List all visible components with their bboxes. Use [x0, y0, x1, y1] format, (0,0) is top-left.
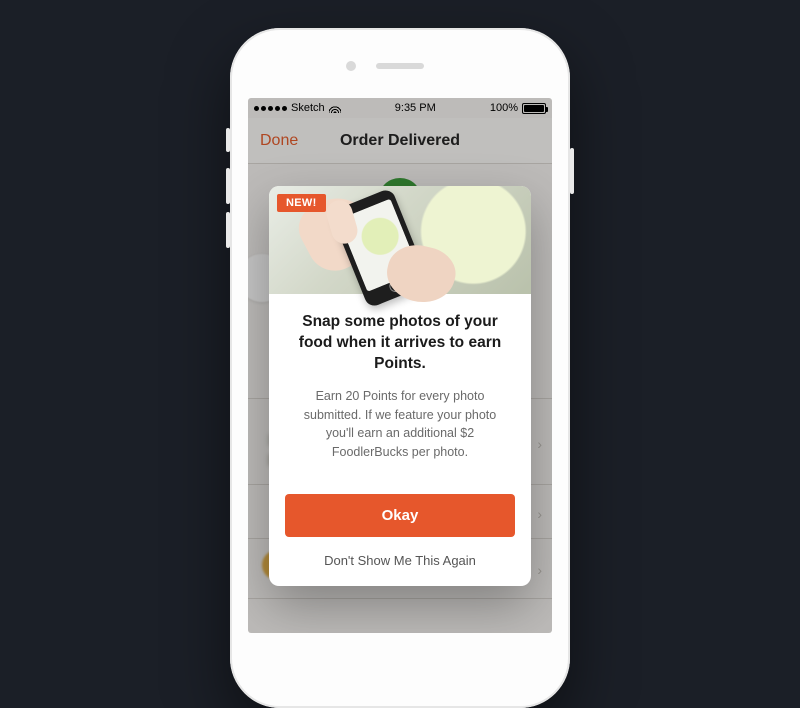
modal-hero-image: NEW! [269, 186, 531, 294]
phone-device: Sketch 9:35 PM 100% Done Order Delivered… [230, 28, 570, 708]
device-volume-down [226, 212, 230, 248]
device-power-button [570, 148, 574, 194]
new-badge: NEW! [277, 194, 326, 212]
promo-modal: NEW! Snap some photos of your food when … [269, 186, 531, 586]
device-volume-up [226, 168, 230, 204]
modal-heading: Snap some photos of your food when it ar… [289, 312, 511, 375]
okay-button[interactable]: Okay [285, 494, 515, 537]
device-mute-switch [226, 128, 230, 152]
modal-body-text: Earn 20 Points for every photo submitted… [289, 387, 511, 462]
device-speaker [376, 63, 424, 69]
modal-overlay: NEW! Snap some photos of your food when … [248, 98, 552, 633]
device-camera [346, 61, 356, 71]
phone-screen: Sketch 9:35 PM 100% Done Order Delivered… [248, 98, 552, 633]
dont-show-again-button[interactable]: Don't Show Me This Again [269, 537, 531, 586]
